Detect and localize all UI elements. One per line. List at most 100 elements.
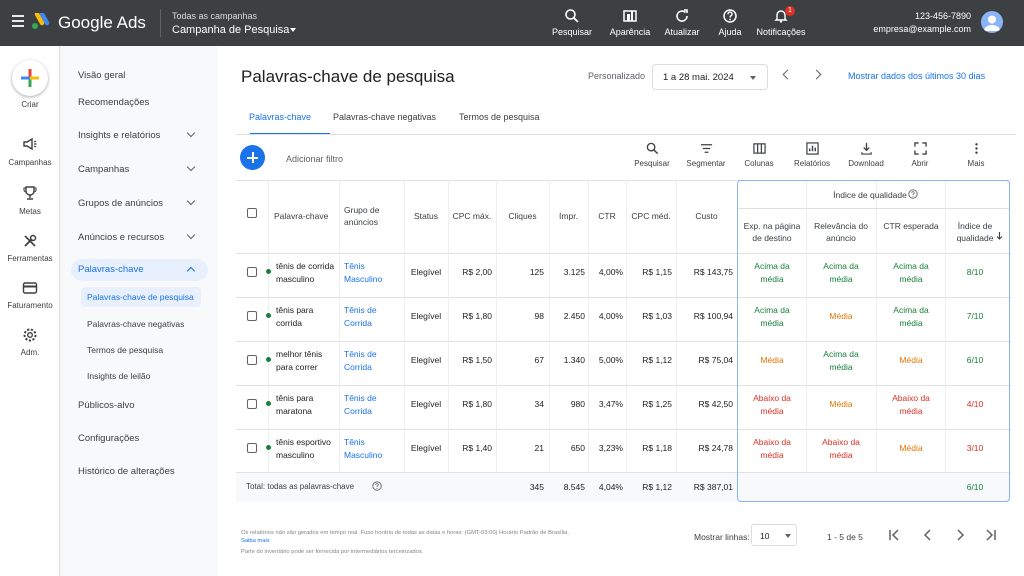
nav-item-insights[interactable]: Insights e relatórios bbox=[78, 130, 160, 141]
goals-label[interactable]: Metas bbox=[0, 207, 60, 216]
last-page-icon[interactable] bbox=[984, 528, 998, 542]
header-quality-score[interactable]: Índice de qualidade bbox=[949, 220, 1001, 244]
row-checkbox[interactable] bbox=[247, 443, 257, 453]
download-button[interactable]: Download bbox=[840, 142, 892, 168]
max-cpc-cell[interactable]: R$ 1,80 bbox=[448, 310, 492, 323]
next-page-icon[interactable] bbox=[953, 528, 967, 542]
credit-card-icon[interactable] bbox=[22, 280, 38, 296]
columns-icon bbox=[752, 143, 766, 154]
more-button[interactable]: Mais bbox=[950, 142, 1002, 168]
gear-icon[interactable] bbox=[22, 327, 38, 343]
select-all-checkbox[interactable] bbox=[247, 208, 257, 218]
reports-button[interactable]: Relatórios bbox=[786, 142, 838, 168]
header-expected-ctr[interactable]: CTR esperada bbox=[878, 220, 944, 232]
columns-button[interactable]: Colunas bbox=[733, 142, 785, 168]
create-button[interactable] bbox=[12, 60, 48, 96]
keyword-cell[interactable]: melhor tênis para correr bbox=[276, 348, 338, 373]
brand-name: Google Ads bbox=[58, 13, 146, 32]
first-page-icon[interactable] bbox=[887, 528, 901, 542]
max-cpc-cell[interactable]: R$ 2,00 bbox=[448, 266, 492, 279]
learn-more-link[interactable]: Saiba mais bbox=[241, 538, 270, 544]
header-keyword[interactable]: Palavra-chave bbox=[274, 210, 334, 222]
header-max-cpc[interactable]: CPC máx. bbox=[448, 210, 496, 222]
next-period-icon[interactable] bbox=[811, 69, 822, 80]
nav-item-change-history[interactable]: Histórico de alterações bbox=[78, 466, 175, 477]
all-campaigns-label[interactable]: Todas as campanhas bbox=[172, 11, 257, 21]
search-button[interactable]: Pesquisar bbox=[542, 8, 602, 37]
billing-label[interactable]: Faturamento bbox=[0, 301, 60, 310]
header-clicks[interactable]: Cliques bbox=[496, 210, 549, 222]
max-cpc-cell[interactable]: R$ 1,80 bbox=[448, 398, 492, 411]
tools-icon[interactable] bbox=[22, 233, 38, 249]
subnav-item-negative-keywords[interactable]: Palavras-chave negativas bbox=[87, 319, 184, 329]
keyword-cell[interactable]: tênis para maratona bbox=[276, 392, 338, 417]
header-impressions[interactable]: Impr. bbox=[549, 210, 588, 222]
notifications-button[interactable]: 1 Notificações bbox=[751, 6, 811, 37]
nav-item-audiences[interactable]: Públicos-alvo bbox=[78, 400, 135, 411]
chevron-down-icon[interactable] bbox=[186, 230, 196, 240]
date-range-picker[interactable]: 1 a 28 mai. 2024 bbox=[652, 64, 768, 90]
appearance-button[interactable]: Aparência bbox=[600, 8, 660, 37]
chevron-down-icon[interactable] bbox=[186, 162, 196, 172]
tab-negative-keywords[interactable]: Palavras-chave negativas bbox=[333, 112, 436, 122]
campaigns-label[interactable]: Campanhas bbox=[0, 158, 60, 167]
ad-group-link[interactable]: Tênis de Corrida bbox=[344, 392, 400, 417]
ad-relevance-cell: Acima da média bbox=[823, 261, 859, 284]
expand-button[interactable]: Abrir bbox=[894, 142, 946, 168]
trophy-icon[interactable] bbox=[22, 185, 38, 201]
chevron-down-icon[interactable] bbox=[186, 128, 196, 138]
keyword-cell[interactable]: tênis de corrida masculino bbox=[276, 260, 338, 285]
row-checkbox[interactable] bbox=[247, 267, 257, 277]
header-ad-relevance[interactable]: Relevância do anúncio bbox=[808, 220, 874, 244]
campaign-selector[interactable]: Campanha de Pesquisa bbox=[172, 24, 289, 36]
chevron-down-icon[interactable] bbox=[186, 196, 196, 206]
tools-label[interactable]: Ferramentas bbox=[0, 254, 60, 263]
megaphone-icon[interactable] bbox=[22, 136, 38, 152]
header-avg-cpc[interactable]: CPC méd. bbox=[626, 210, 676, 222]
row-checkbox[interactable] bbox=[247, 311, 257, 321]
avatar[interactable] bbox=[981, 11, 1003, 33]
nav-item-overview[interactable]: Visão geral bbox=[78, 70, 125, 81]
nav-item-ads-assets[interactable]: Anúncios e recursos bbox=[78, 232, 164, 243]
subnav-item-auction-insights[interactable]: Insights de leilão bbox=[87, 371, 150, 381]
ad-group-link[interactable]: Tênis de Corrida bbox=[344, 304, 400, 329]
row-checkbox[interactable] bbox=[247, 399, 257, 409]
ad-group-link[interactable]: Tênis de Corrida bbox=[344, 348, 400, 373]
nav-item-ad-groups[interactable]: Grupos de anúncios bbox=[78, 198, 163, 209]
nav-item-keywords[interactable]: Palavras-chave bbox=[78, 264, 143, 275]
nav-item-settings[interactable]: Configurações bbox=[78, 433, 139, 444]
header-ctr[interactable]: CTR bbox=[588, 210, 626, 222]
landing-page-cell: Abaixo da média bbox=[753, 437, 791, 460]
keyword-cell[interactable]: tênis para corrida bbox=[276, 304, 338, 329]
max-cpc-cell[interactable]: R$ 1,40 bbox=[448, 442, 492, 455]
sort-descending-icon[interactable] bbox=[996, 232, 1003, 240]
chevron-down-icon[interactable] bbox=[290, 28, 296, 32]
ad-group-link[interactable]: Tênis Masculino bbox=[344, 260, 400, 285]
add-filter-button[interactable]: Adicionar filtro bbox=[286, 154, 343, 164]
nav-item-campaigns[interactable]: Campanhas bbox=[78, 164, 129, 175]
rows-per-page-select[interactable]: 10 bbox=[751, 524, 797, 546]
show-last-30-days-link[interactable]: Mostrar dados dos últimos 30 dias bbox=[848, 71, 985, 81]
max-cpc-cell[interactable]: R$ 1,50 bbox=[448, 354, 492, 367]
admin-label[interactable]: Adm. bbox=[0, 348, 60, 357]
header-landing-page[interactable]: Exp. na página de destino bbox=[739, 220, 805, 244]
header-status[interactable]: Status bbox=[404, 210, 448, 222]
row-checkbox[interactable] bbox=[247, 355, 257, 365]
subnav-item-search-keywords[interactable]: Palavras-chave de pesquisa bbox=[87, 292, 194, 302]
tab-search-terms[interactable]: Termos de pesquisa bbox=[459, 112, 540, 122]
add-keyword-button[interactable] bbox=[240, 145, 265, 170]
help-icon[interactable] bbox=[372, 481, 382, 491]
previous-page-icon[interactable] bbox=[921, 528, 935, 542]
keyword-cell[interactable]: tênis esportivo masculino bbox=[276, 436, 338, 461]
tab-keywords[interactable]: Palavras-chave bbox=[249, 112, 311, 122]
menu-icon[interactable] bbox=[12, 15, 24, 27]
help-icon[interactable] bbox=[908, 189, 918, 199]
header-ad-group[interactable]: Grupo de anúncios bbox=[344, 204, 400, 228]
table-search-button[interactable]: Pesquisar bbox=[626, 142, 678, 168]
ad-group-link[interactable]: Tênis Masculino bbox=[344, 436, 400, 461]
header-cost[interactable]: Custo bbox=[676, 210, 737, 222]
subnav-item-search-terms[interactable]: Termos de pesquisa bbox=[87, 345, 163, 355]
segment-button[interactable]: Segmentar bbox=[680, 142, 732, 168]
nav-item-recommendations[interactable]: Recomendações bbox=[78, 97, 149, 108]
previous-period-icon[interactable] bbox=[782, 69, 793, 80]
